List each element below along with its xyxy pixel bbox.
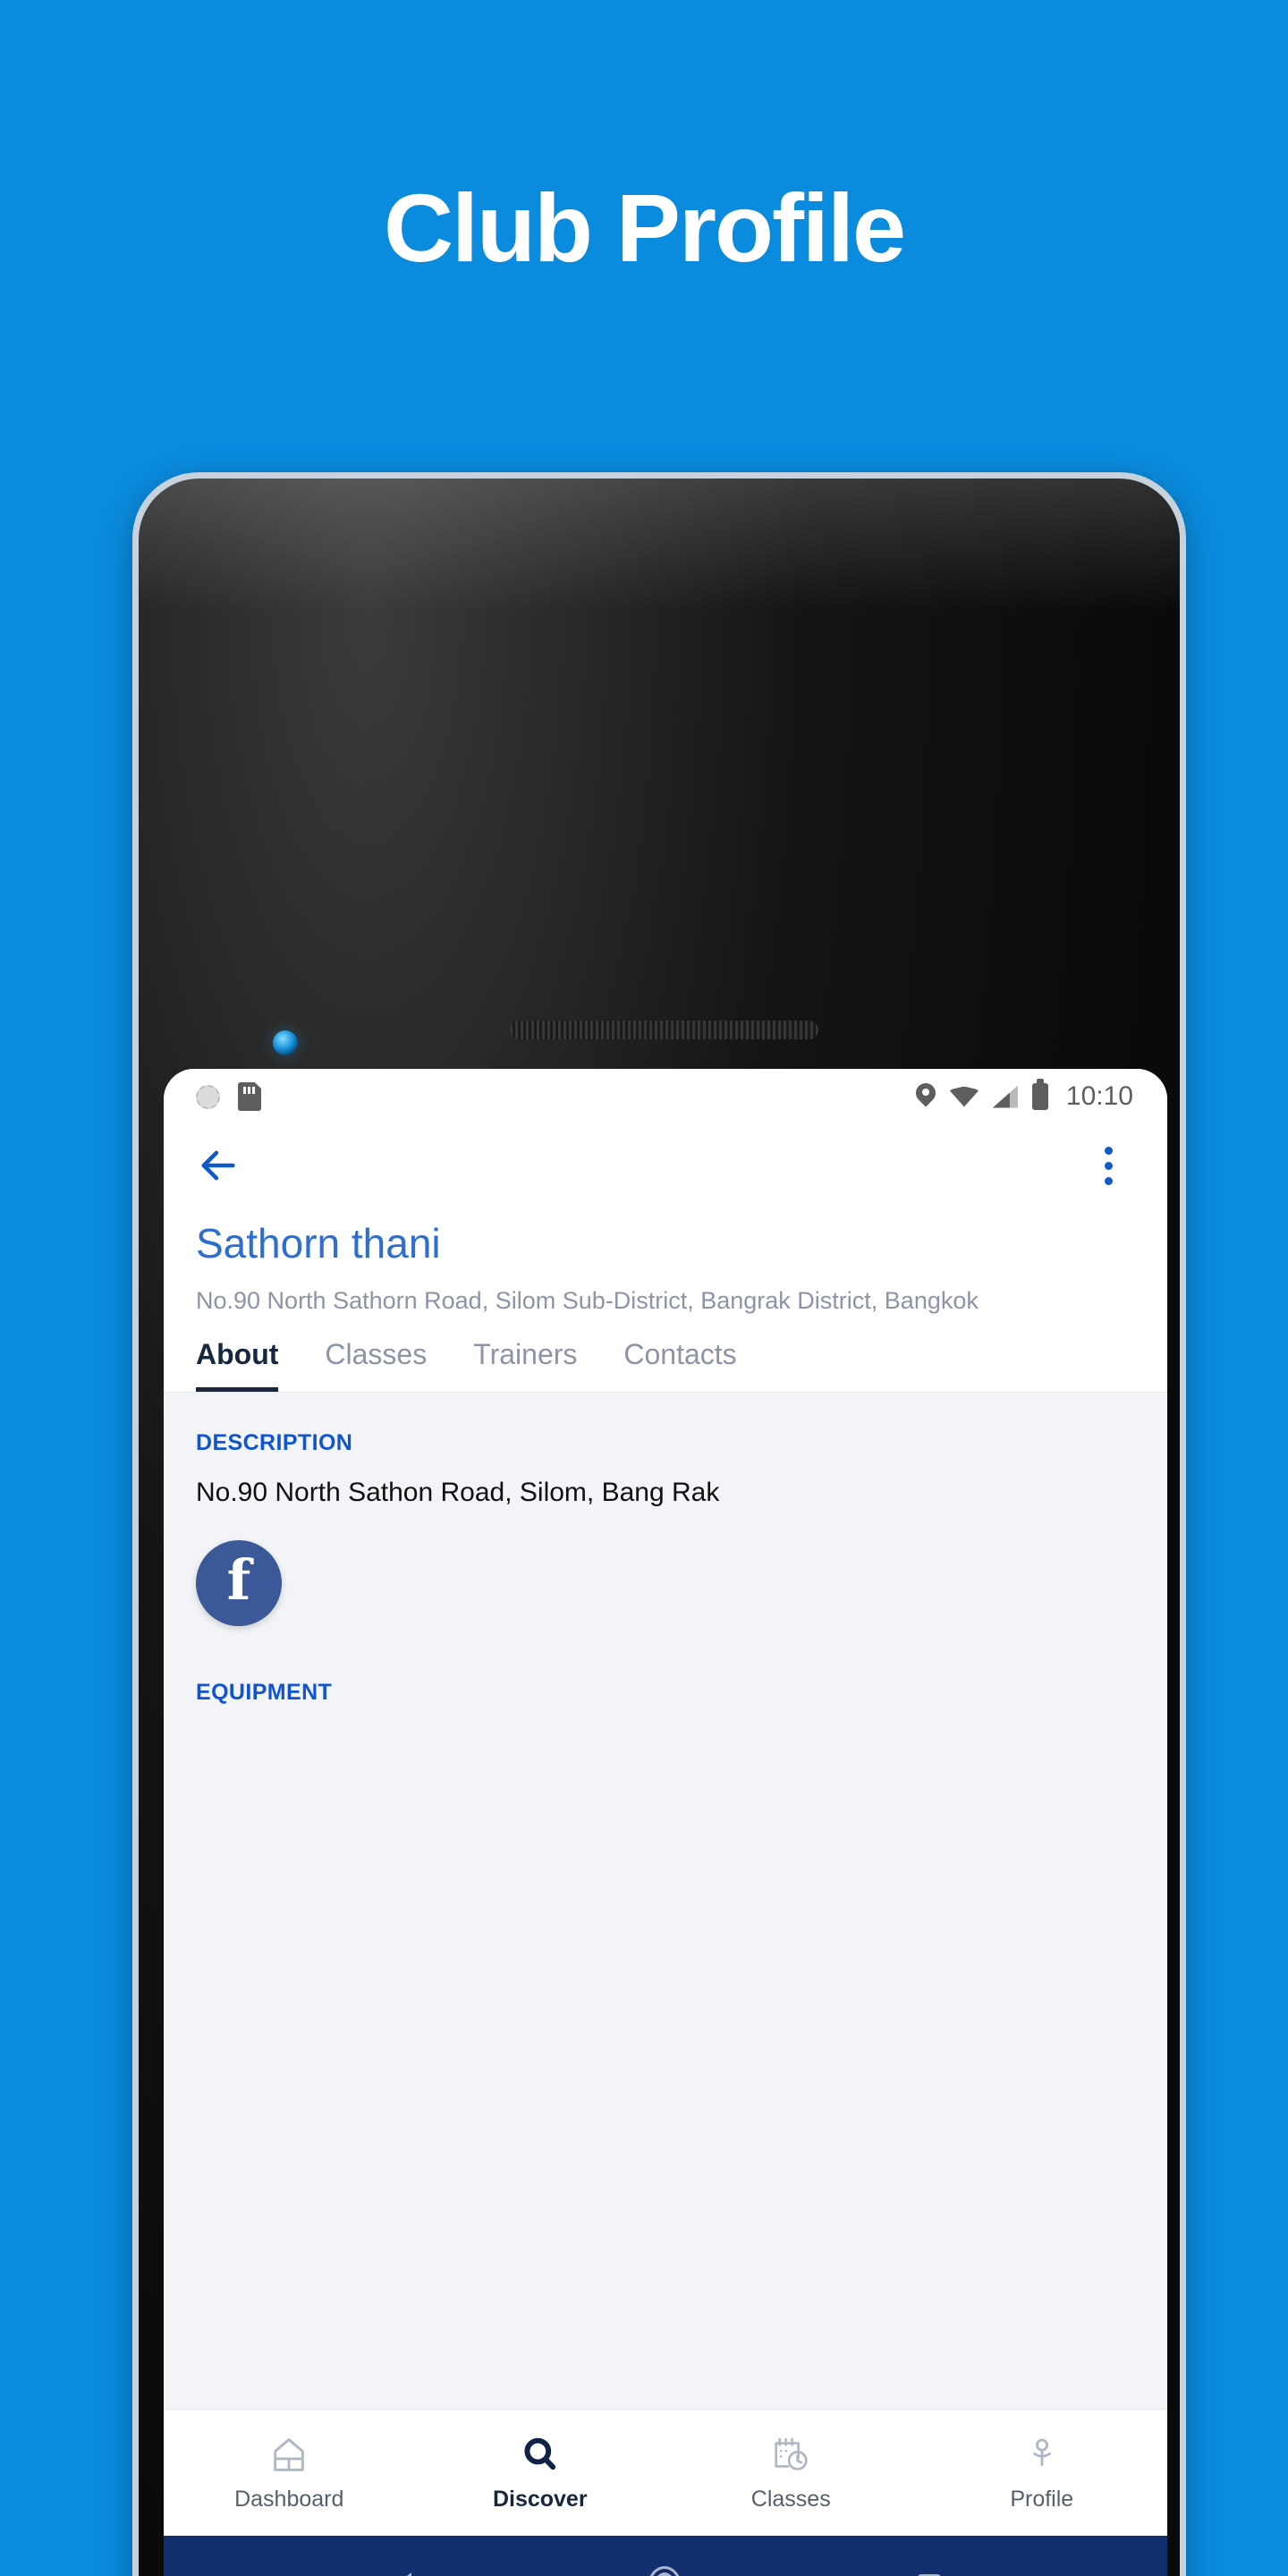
facebook-button[interactable]: f xyxy=(196,1540,282,1626)
triangle-back-key[interactable] xyxy=(390,2572,411,2576)
bottom-navigation-bar: Dashboard Discover Classes Profile xyxy=(164,2409,1167,2536)
home-icon xyxy=(268,2434,309,2475)
facebook-icon: f xyxy=(226,1547,251,1614)
tab-about[interactable]: About xyxy=(196,1338,279,1392)
nav-item-dashboard[interactable]: Dashboard xyxy=(164,2434,415,2512)
nav-label-discover: Discover xyxy=(492,2486,588,2512)
status-bar-left-icons xyxy=(196,1082,261,1111)
status-bar: 10:10 xyxy=(164,1069,1167,1124)
android-navigation-bar xyxy=(164,2536,1167,2576)
description-text: No.90 North Sathon Road, Silom, Bang Rak xyxy=(196,1478,720,1507)
circle-home-key[interactable] xyxy=(649,2569,680,2576)
more-vertical-icon[interactable] xyxy=(1089,1142,1128,1189)
club-name: Sathorn thani xyxy=(196,1220,441,1267)
location-pin-icon xyxy=(916,1083,936,1110)
cellular-signal-icon xyxy=(993,1086,1018,1108)
front-camera-icon xyxy=(273,1030,298,1055)
status-bar-clock: 10:10 xyxy=(1065,1081,1133,1111)
club-address: No.90 North Sathorn Road, Silom Sub-Dist… xyxy=(196,1287,979,1314)
nav-item-discover[interactable]: Discover xyxy=(415,2434,666,2512)
about-tab-content: DESCRIPTION No.90 North Sathon Road, Sil… xyxy=(164,1393,1167,2576)
screenshot-circle-icon xyxy=(196,1084,220,1109)
club-tabs: About Classes Trainers Contacts xyxy=(164,1315,1167,1393)
equipment-section-label: EQUIPMENT xyxy=(196,1680,333,1705)
nav-label-dashboard: Dashboard xyxy=(234,2486,344,2512)
app-bar xyxy=(164,1124,1167,1207)
nav-item-classes[interactable]: Classes xyxy=(665,2434,917,2512)
nav-label-profile: Profile xyxy=(1010,2486,1074,2512)
page-title: Club Profile xyxy=(383,174,906,282)
description-section-label: DESCRIPTION xyxy=(196,1430,353,1455)
tab-classes[interactable]: Classes xyxy=(325,1338,427,1392)
status-bar-right-icons: 10:10 xyxy=(916,1079,1133,1112)
phone-bezel: 10:10 Sathorn thani No.90 North Sathorn … xyxy=(139,479,1180,2576)
nav-item-profile[interactable]: Profile xyxy=(917,2434,1168,2512)
tab-contacts[interactable]: Contacts xyxy=(623,1338,736,1392)
earpiece-speaker-grille xyxy=(510,1021,818,1039)
calendar-clock-icon xyxy=(770,2434,811,2475)
battery-icon xyxy=(1031,1079,1048,1110)
sd-card-icon xyxy=(238,1082,261,1111)
wifi-icon xyxy=(949,1086,979,1107)
arrow-back-icon[interactable] xyxy=(194,1142,241,1189)
bezel-gloss xyxy=(139,479,1180,613)
tab-trainers[interactable]: Trainers xyxy=(473,1338,577,1392)
phone-screen: 10:10 Sathorn thani No.90 North Sathorn … xyxy=(164,1069,1167,2576)
phone-device-frame: 10:10 Sathorn thani No.90 North Sathorn … xyxy=(132,472,1186,2576)
nav-label-classes: Classes xyxy=(750,2486,831,2512)
search-icon xyxy=(520,2434,561,2475)
person-icon xyxy=(1021,2434,1063,2475)
